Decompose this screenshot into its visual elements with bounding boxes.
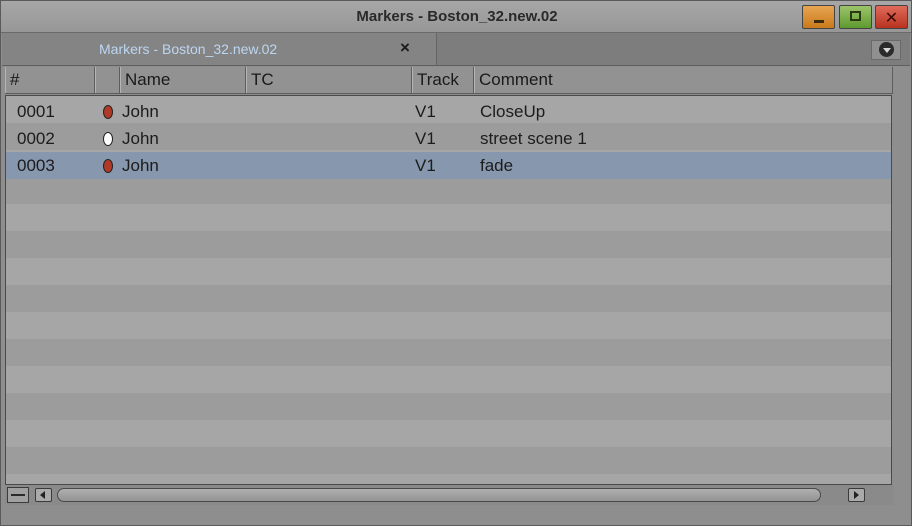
- marker-name: John: [122, 102, 159, 121]
- column-header-number[interactable]: #: [5, 67, 95, 93]
- marker-color-icon: [103, 159, 113, 173]
- tab-bar: Markers - Boston_32.new.02 ×: [2, 33, 910, 66]
- marker-comment: street scene 1: [480, 129, 587, 148]
- minimize-icon: [814, 20, 824, 23]
- horizontal-scrollbar-area: [5, 485, 893, 505]
- marker-number: 0001: [17, 102, 55, 121]
- dropdown-circle-icon: [879, 42, 894, 57]
- marker-name: John: [122, 156, 159, 175]
- column-header-color[interactable]: [95, 67, 120, 93]
- close-window-button[interactable]: ✕: [875, 5, 908, 29]
- maximize-icon: [850, 11, 861, 21]
- marker-track: V1: [415, 129, 436, 148]
- tab-close-icon[interactable]: ×: [400, 38, 410, 58]
- tab-markers[interactable]: Markers - Boston_32.new.02 ×: [2, 33, 437, 65]
- marker-name: John: [122, 129, 159, 148]
- scrollbar-thumb[interactable]: [57, 488, 821, 502]
- marker-track: V1: [415, 102, 436, 121]
- minimize-button[interactable]: [802, 5, 835, 29]
- marker-color-icon: [103, 105, 113, 119]
- title-bar[interactable]: Markers - Boston_32.new.02 ✕: [1, 1, 911, 33]
- column-header-name[interactable]: Name: [120, 67, 246, 93]
- marker-track: V1: [415, 156, 436, 175]
- close-icon: ✕: [884, 10, 899, 27]
- scroll-left-button[interactable]: [35, 488, 52, 502]
- panel-menu-button[interactable]: [871, 40, 901, 60]
- window-title: Markers - Boston_32.new.02: [356, 8, 558, 25]
- column-header-track[interactable]: Track: [412, 67, 474, 93]
- marker-number: 0003: [17, 156, 55, 175]
- table-row[interactable]: 0002 John V1 street scene 1: [6, 125, 891, 152]
- scroll-right-button[interactable]: [848, 488, 865, 502]
- table-row-selected[interactable]: 0003 John V1 fade: [6, 152, 891, 179]
- column-header-tc[interactable]: TC: [246, 67, 412, 93]
- marker-number: 0002: [17, 129, 55, 148]
- marker-comment: fade: [480, 156, 514, 175]
- column-header-comment[interactable]: Comment: [474, 67, 893, 93]
- tab-label: Markers - Boston_32.new.02: [99, 41, 278, 57]
- table-row[interactable]: 0001 John V1 CloseUp: [6, 98, 891, 125]
- column-headers: # Name TC Track Comment: [5, 67, 893, 94]
- toggle-view-icon[interactable]: [7, 487, 29, 503]
- markers-window: Markers - Boston_32.new.02 ✕ Markers - B…: [0, 0, 912, 526]
- marker-color-icon: [103, 132, 113, 146]
- markers-list[interactable]: 0001 John V1 CloseUp 0002 John V1 street…: [5, 95, 892, 485]
- maximize-button[interactable]: [839, 5, 872, 29]
- marker-comment: CloseUp: [480, 102, 546, 121]
